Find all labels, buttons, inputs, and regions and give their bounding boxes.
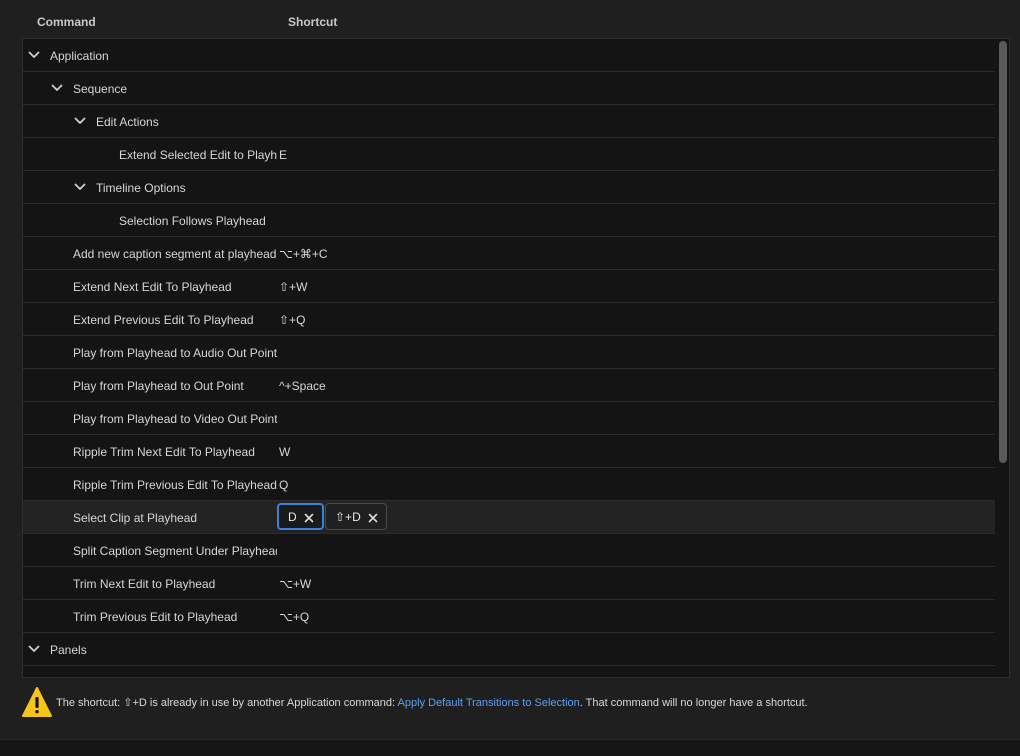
tree-command-row[interactable]: Ripple Trim Next Edit To Playhead W <box>23 435 995 468</box>
shortcut-value[interactable]: Q <box>279 478 288 492</box>
tree-group-row[interactable]: Sequence <box>23 72 995 105</box>
shortcut-value[interactable]: W <box>279 445 290 459</box>
command-label: Extend Next Edit To Playhead <box>73 280 232 294</box>
chevron-down-icon[interactable] <box>73 180 87 194</box>
vertical-scrollbar[interactable] <box>999 41 1007 675</box>
tree-command-row[interactable]: Extend Selected Edit to PlayheadE <box>23 138 995 171</box>
shortcut-value[interactable]: ⇧+Q <box>279 313 305 327</box>
chevron-down-icon[interactable] <box>27 642 41 656</box>
tree-command-row[interactable]: Play from Playhead to Audio Out Point <box>23 336 995 369</box>
tree-command-row[interactable]: Play from Playhead to Video Out Point <box>23 402 995 435</box>
conflicting-command-link[interactable]: Apply Default Transitions to Selection <box>398 697 580 709</box>
warning-message: The shortcut: ⇧+D is already in use by a… <box>56 696 808 709</box>
command-label: Ripple Trim Previous Edit To Playhead <box>73 478 277 492</box>
command-label: Split Caption Segment Under Playhead <box>73 544 277 558</box>
tree-group-row[interactable]: Panels <box>23 633 995 666</box>
command-label: Trim Next Edit to Playhead <box>73 577 216 591</box>
command-label: Play from Playhead to Video Out Point <box>73 412 277 426</box>
command-label: Add new caption segment at playhead <box>73 247 277 261</box>
shortcut-value[interactable]: ⇧+W <box>279 280 307 294</box>
bottom-strip <box>0 740 1020 756</box>
command-label: Extend Previous Edit To Playhead <box>73 313 254 327</box>
shortcut-chip-active[interactable]: D <box>277 503 324 530</box>
scrollbar-thumb[interactable] <box>999 41 1007 463</box>
command-label: Ripple Trim Next Edit To Playhead <box>73 445 255 459</box>
shortcut-chip-label: ⇧+D <box>335 509 361 524</box>
tree-group-row[interactable]: Timeline Options <box>23 171 995 204</box>
shortcut-value[interactable]: ^+Space <box>279 379 326 393</box>
tree-command-row[interactable]: Trim Previous Edit to Playhead ⌥+Q <box>23 600 995 633</box>
conflict-warning: The shortcut: ⇧+D is already in use by a… <box>22 686 1002 720</box>
command-label: Selection Follows Playhead <box>119 214 266 228</box>
command-label: Select Clip at Playhead <box>73 511 198 525</box>
tree-group-row[interactable]: Application <box>23 39 995 72</box>
tree-command-row[interactable]: Trim Next Edit to Playhead ⌥+W <box>23 567 995 600</box>
column-header: Command Shortcut <box>0 0 1020 38</box>
tree-command-row[interactable]: Ripple Trim Previous Edit To Playhead Q <box>23 468 995 501</box>
warning-suffix: . That command will no longer have a sho… <box>579 697 808 709</box>
chevron-down-icon[interactable] <box>27 48 41 62</box>
shortcut-value[interactable]: ⌥+⌘+C <box>279 247 328 261</box>
warning-icon <box>22 686 52 723</box>
tree-command-row[interactable]: Selection Follows Playhead <box>23 204 995 237</box>
shortcut-chip-label: D <box>288 509 297 524</box>
keyboard-shortcuts-dialog: Command Shortcut Application Sequence Edit… <box>0 0 1020 740</box>
tree-command-row[interactable]: Extend Previous Edit To Playhead ⇧+Q <box>23 303 995 336</box>
remove-shortcut-icon[interactable] <box>368 512 378 522</box>
remove-shortcut-icon[interactable] <box>304 512 314 522</box>
command-label: Play from Playhead to Audio Out Point <box>73 346 277 360</box>
command-label: Extend Selected Edit to Playhead <box>119 148 277 162</box>
command-label: Edit Actions <box>96 115 159 129</box>
shortcut-value[interactable]: ⌥+Q <box>279 610 309 624</box>
chevron-down-icon[interactable] <box>73 114 87 128</box>
tree-command-row[interactable]: Select Clip at Playhead D ⇧+D <box>23 501 995 534</box>
command-tree[interactable]: Application Sequence Edit Actions Extend Se… <box>22 38 1010 678</box>
command-label: Play from Playhead to Out Point <box>73 379 244 393</box>
tree-command-row[interactable]: Add new caption segment at playhead ⌥+⌘+C <box>23 237 995 270</box>
command-label: Application <box>50 49 109 63</box>
command-column-header[interactable]: Command <box>37 15 96 29</box>
warning-prefix: The shortcut: ⇧+D is already in use by a… <box>56 697 398 709</box>
tree-command-row[interactable]: Extend Next Edit To Playhead ⇧+W <box>23 270 995 303</box>
command-label: Timeline Options <box>96 181 186 195</box>
shortcut-chip[interactable]: ⇧+D <box>325 503 387 530</box>
command-label: Sequence <box>73 82 128 96</box>
tree-command-row[interactable]: Play from Playhead to Out Point ^+Space <box>23 369 995 402</box>
shortcut-value[interactable]: E <box>279 148 287 162</box>
chevron-down-icon[interactable] <box>50 81 64 95</box>
command-label: Trim Previous Edit to Playhead <box>73 610 238 624</box>
shortcut-value[interactable]: ⌥+W <box>279 577 311 591</box>
shortcut-column-header[interactable]: Shortcut <box>288 15 337 29</box>
command-label: Panels <box>50 643 87 657</box>
tree-group-row[interactable]: Edit Actions <box>23 105 995 138</box>
tree-command-row[interactable]: Split Caption Segment Under Playhead <box>23 534 995 567</box>
